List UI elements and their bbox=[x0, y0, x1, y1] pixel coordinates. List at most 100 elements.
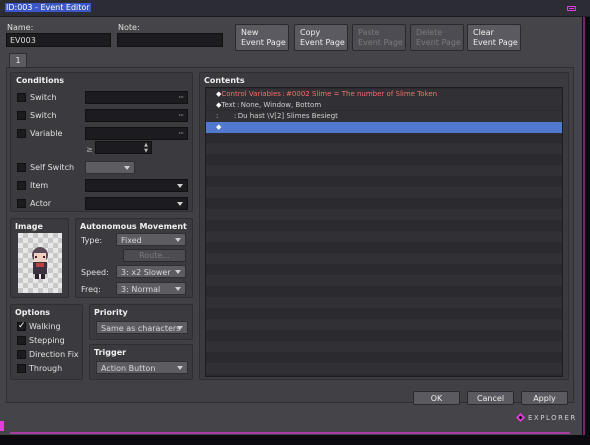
switch1-more-icon: ··· bbox=[178, 93, 184, 102]
autonomous-movement-panel: Autonomous Movement Type: Fixed Route...… bbox=[75, 218, 193, 298]
variable-checkbox[interactable] bbox=[17, 129, 26, 138]
switch2-checkbox[interactable] bbox=[17, 111, 26, 120]
paste-line2: Event Page bbox=[358, 38, 403, 47]
paste-line1: Paste bbox=[358, 28, 380, 37]
command-row[interactable]: ◆Text : None, Window, Bottom bbox=[206, 100, 562, 111]
item-checkbox[interactable] bbox=[17, 181, 26, 190]
name-input[interactable]: EV003 bbox=[6, 33, 111, 47]
event-editor-client: Name: EV003 Note: New Event Page Copy Ev… bbox=[0, 17, 582, 435]
autonomous-title: Autonomous Movement bbox=[80, 222, 187, 231]
window-title: ID:003 - Event Editor bbox=[5, 3, 91, 12]
chevron-down-icon bbox=[177, 202, 183, 206]
type-value: Fixed bbox=[121, 236, 142, 245]
command-row[interactable]: : : Du hast \V[2] Slimes Besiegt bbox=[206, 111, 562, 122]
title-bar: ID:003 - Event Editor bbox=[0, 0, 590, 17]
route-button[interactable]: Route... bbox=[123, 249, 186, 262]
ge-symbol: ≥ bbox=[86, 145, 93, 154]
trigger-title: Trigger bbox=[94, 348, 127, 357]
switch1-checkbox[interactable] bbox=[17, 93, 26, 102]
freq-label: Freq: bbox=[81, 285, 101, 294]
clear-line2: Event Page bbox=[473, 38, 518, 47]
priority-value: Same as characters bbox=[101, 324, 181, 333]
command-text: Control Variables : #0002 Slime = The nu… bbox=[221, 90, 438, 98]
walking-label: Walking bbox=[29, 322, 61, 331]
copy-line1: Copy bbox=[300, 28, 321, 37]
priority-title: Priority bbox=[94, 308, 128, 317]
delete-event-page-button[interactable]: Delete Event Page bbox=[410, 24, 464, 51]
options-title: Options bbox=[15, 308, 51, 317]
paste-event-page-button[interactable]: Paste Event Page bbox=[352, 24, 406, 51]
image-panel: Image bbox=[10, 218, 69, 298]
through-checkbox[interactable] bbox=[17, 364, 26, 373]
note-label: Note: bbox=[118, 23, 140, 32]
speed-value: 3: x2 Slower bbox=[121, 268, 171, 277]
ok-button[interactable]: OK bbox=[413, 391, 460, 405]
walking-checkbox[interactable] bbox=[17, 321, 26, 331]
type-dropdown[interactable]: Fixed bbox=[116, 233, 186, 246]
event-image-picker[interactable] bbox=[18, 233, 62, 293]
chevron-down-icon bbox=[124, 166, 130, 170]
freq-value: 3: Normal bbox=[121, 285, 161, 294]
self-switch-label: Self Switch bbox=[30, 163, 75, 172]
note-input[interactable] bbox=[117, 33, 223, 47]
self-switch-checkbox[interactable] bbox=[17, 163, 26, 172]
clear-line1: Clear bbox=[473, 28, 494, 37]
priority-dropdown[interactable]: Same as characters bbox=[96, 321, 188, 334]
switch2-label: Switch bbox=[30, 111, 57, 120]
stepping-label: Stepping bbox=[29, 336, 65, 345]
explorer-logo-icon bbox=[516, 413, 525, 422]
image-title: Image bbox=[15, 222, 43, 231]
variable-label: Variable bbox=[30, 129, 63, 138]
cancel-button[interactable]: Cancel bbox=[467, 391, 514, 405]
variable-selector[interactable]: ··· bbox=[85, 127, 188, 140]
tab-page-1[interactable]: 1 bbox=[9, 53, 27, 67]
chevron-down-icon bbox=[177, 326, 183, 330]
clear-event-page-button[interactable]: Clear Event Page bbox=[467, 24, 521, 51]
actor-checkbox[interactable] bbox=[17, 199, 26, 208]
event-command-list[interactable]: ◆ Control Variables : #0002 Slime = The n… bbox=[205, 87, 563, 377]
chevron-down-icon bbox=[175, 270, 181, 274]
copy-event-page-button[interactable]: Copy Event Page bbox=[294, 24, 348, 51]
command-text: Text : None, Window, Bottom bbox=[221, 101, 322, 109]
copy-line2: Event Page bbox=[300, 38, 345, 47]
character-sprite-icon bbox=[32, 247, 48, 279]
chevron-down-icon bbox=[177, 184, 183, 188]
direction-fix-checkbox[interactable] bbox=[17, 350, 26, 359]
actor-label: Actor bbox=[30, 199, 52, 208]
window-menu-icon[interactable] bbox=[567, 6, 576, 11]
self-switch-dropdown[interactable] bbox=[85, 161, 135, 174]
new-event-page-button[interactable]: New Event Page bbox=[235, 24, 289, 51]
switch1-label: Switch bbox=[30, 93, 57, 102]
chevron-down-icon bbox=[175, 238, 181, 242]
through-label: Through bbox=[29, 364, 63, 373]
page-frame: Conditions Switch ··· Switch ··· Variabl… bbox=[6, 67, 574, 403]
accent-line-bottom bbox=[10, 432, 570, 434]
switch2-selector[interactable]: ··· bbox=[85, 109, 188, 122]
brand-text: EXPLORER bbox=[528, 414, 577, 422]
freq-dropdown[interactable]: 3: Normal bbox=[116, 282, 186, 295]
trigger-dropdown[interactable]: Action Button bbox=[96, 361, 188, 374]
chevron-down-icon bbox=[175, 287, 181, 291]
command-row[interactable]: ◆Control Variables : #0002 Slime = The n… bbox=[206, 89, 562, 100]
accent-bar-left bbox=[0, 421, 4, 431]
contents-title: Contents bbox=[204, 76, 245, 85]
options-panel: Options Walking Stepping Direction Fix T… bbox=[10, 304, 83, 380]
direction-fix-label: Direction Fix bbox=[29, 350, 79, 359]
speed-label: Speed: bbox=[81, 268, 109, 277]
speed-dropdown[interactable]: 3: x2 Slower bbox=[116, 265, 186, 278]
actor-dropdown[interactable] bbox=[85, 197, 188, 210]
command-row-selected[interactable]: ◆ bbox=[206, 122, 562, 133]
variable-value-stepper[interactable]: ▲ ▼ bbox=[95, 141, 152, 154]
trigger-value: Action Button bbox=[101, 364, 156, 373]
delete-line2: Event Page bbox=[416, 38, 461, 47]
contents-panel: Contents ◆ Control Variables : #0002 Slim… bbox=[199, 72, 569, 380]
stepping-checkbox[interactable] bbox=[17, 336, 26, 345]
stepper-arrows-icon[interactable]: ▲ ▼ bbox=[144, 142, 148, 154]
switch1-selector[interactable]: ··· bbox=[85, 91, 188, 104]
item-dropdown[interactable] bbox=[85, 179, 188, 192]
apply-button[interactable]: Apply bbox=[521, 391, 568, 405]
trigger-panel: Trigger Action Button bbox=[89, 344, 193, 380]
new-line1: New bbox=[241, 28, 259, 37]
command-text: : Du hast \V[2] Slimes Besiegt bbox=[218, 112, 338, 120]
diamond-icon: ◆ bbox=[216, 123, 222, 131]
